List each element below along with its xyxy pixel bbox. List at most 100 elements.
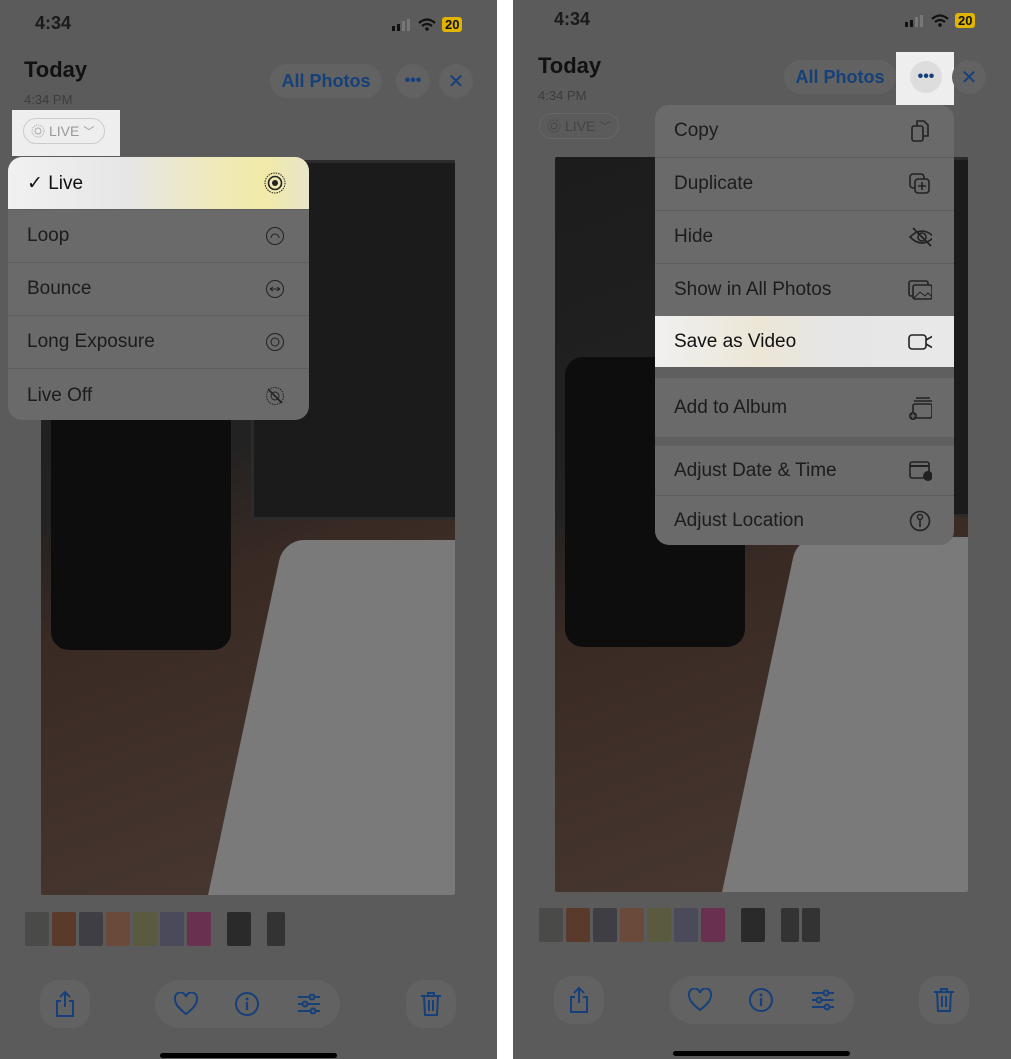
status-icons: 20 <box>392 17 463 32</box>
signal-icon <box>392 18 410 31</box>
menu-item-label: Show in All Photos <box>674 279 832 300</box>
menu-separator <box>655 368 954 378</box>
share-icon <box>56 990 74 1017</box>
bounce-icon <box>263 277 287 301</box>
live-badge-button[interactable]: LIVE ﹀ <box>23 118 105 144</box>
page-title: Today <box>24 57 88 82</box>
live-badge-button[interactable]: LIVE ﹀ <box>539 113 619 139</box>
calendar-icon <box>908 459 932 483</box>
trash-icon <box>421 992 441 1016</box>
info-icon[interactable] <box>748 987 774 1013</box>
loop-icon <box>263 224 287 248</box>
photo-laptop <box>198 540 455 895</box>
thumbnail-strip[interactable] <box>539 908 820 942</box>
menu-item-label: Save as Video <box>674 330 797 352</box>
live-mode-menu: ✓ Live Loop Bounce Long Exposure Live Of… <box>8 157 309 420</box>
status-icons: 20 <box>905 13 976 28</box>
wifi-icon <box>931 14 949 27</box>
menu-item-label: Duplicate <box>674 173 754 194</box>
video-icon <box>908 330 932 354</box>
heart-icon[interactable] <box>687 988 713 1012</box>
photos-icon <box>908 278 932 302</box>
menu-item-label: Copy <box>674 120 719 141</box>
live-badge-label: LIVE <box>49 123 80 139</box>
menu-item-label: Long Exposure <box>27 331 155 352</box>
trash-icon <box>934 988 954 1012</box>
more-options-menu: Copy Duplicate Hide Show in All Photos S… <box>655 105 954 545</box>
long-exposure-icon <box>263 330 287 354</box>
menu-item-label: Bounce <box>27 278 92 299</box>
home-indicator <box>673 1051 850 1056</box>
right-screenshot: 4:34 20 Today 4:34 PM All Photos ••• ✕ L… <box>513 0 1011 1059</box>
share-button[interactable] <box>554 976 604 1024</box>
page-title: Today <box>538 53 602 78</box>
menu-item-duplicate[interactable]: Duplicate <box>655 158 954 211</box>
status-time: 4:34 <box>35 13 72 33</box>
action-group <box>669 976 854 1024</box>
share-button[interactable] <box>40 980 90 1028</box>
menu-item-show-in-all-photos[interactable]: Show in All Photos <box>655 264 954 317</box>
chevron-down-icon: ﹀ <box>83 126 95 138</box>
delete-button[interactable] <box>919 976 969 1024</box>
close-button[interactable]: ✕ <box>952 60 986 94</box>
share-icon <box>570 986 588 1013</box>
action-group <box>155 980 340 1028</box>
close-icon: ✕ <box>960 66 978 89</box>
live-badge-label: LIVE <box>565 118 596 134</box>
close-icon: ✕ <box>447 70 465 93</box>
menu-item-save-as-video[interactable]: Save as Video <box>655 316 954 368</box>
info-icon[interactable] <box>234 991 260 1017</box>
menu-item-hide[interactable]: Hide <box>655 211 954 264</box>
page-subtitle: 4:34 PM <box>538 88 587 103</box>
menu-item-label: Hide <box>674 226 714 247</box>
chevron-down-icon: ﹀ <box>599 121 611 133</box>
hide-icon <box>908 225 932 249</box>
menu-item-label: Live <box>48 172 84 194</box>
menu-item-bounce[interactable]: Bounce <box>8 263 309 316</box>
menu-item-label: Adjust Date & Time <box>674 459 837 481</box>
signal-icon <box>905 14 923 27</box>
close-button[interactable]: ✕ <box>439 64 473 98</box>
battery-indicator: 20 <box>955 13 976 28</box>
heart-icon[interactable] <box>173 992 199 1016</box>
add-album-icon <box>908 396 932 420</box>
menu-item-adjust-location[interactable]: Adjust Location <box>655 496 954 545</box>
thumbnail-strip[interactable] <box>25 912 285 946</box>
more-button[interactable]: ••• <box>396 64 430 98</box>
status-time: 4:34 <box>554 9 591 29</box>
live-icon <box>263 171 287 195</box>
menu-item-adjust-date-time[interactable]: Adjust Date & Time <box>655 446 954 496</box>
menu-item-long-exposure[interactable]: Long Exposure <box>8 316 309 369</box>
ellipsis-icon: ••• <box>404 72 422 89</box>
adjust-icon[interactable] <box>296 992 322 1016</box>
all-photos-button[interactable]: All Photos <box>270 64 382 98</box>
menu-item-label: Add to Album <box>674 396 788 418</box>
menu-item-add-to-album[interactable]: Add to Album <box>655 378 954 438</box>
live-off-icon <box>263 384 287 408</box>
menu-item-label: Live Off <box>27 384 93 406</box>
battery-indicator: 20 <box>442 17 463 32</box>
menu-item-label: Adjust Location <box>674 509 804 531</box>
menu-item-loop[interactable]: Loop <box>8 210 309 263</box>
menu-separator <box>655 438 954 446</box>
left-screenshot: 4:34 20 Today 4:34 PM All Photos ••• ✕ L… <box>0 0 497 1059</box>
more-button[interactable]: ••• <box>910 61 942 93</box>
ellipsis-icon: ••• <box>917 68 935 85</box>
checkmark-icon: ✓ <box>27 172 43 194</box>
page-subtitle: 4:34 PM <box>24 92 73 107</box>
location-icon <box>908 509 932 533</box>
menu-item-live[interactable]: ✓ Live <box>8 157 309 210</box>
menu-item-label: Loop <box>27 225 70 246</box>
photo-laptop <box>712 537 968 892</box>
live-icon <box>547 119 561 133</box>
duplicate-icon <box>908 172 932 196</box>
wifi-icon <box>418 18 436 31</box>
home-indicator <box>160 1053 337 1058</box>
delete-button[interactable] <box>406 980 456 1028</box>
live-icon <box>31 124 45 138</box>
adjust-icon[interactable] <box>810 988 836 1012</box>
all-photos-button[interactable]: All Photos <box>784 60 896 94</box>
menu-item-live-off[interactable]: Live Off <box>8 369 309 420</box>
menu-item-copy[interactable]: Copy <box>655 105 954 158</box>
copy-icon <box>908 119 932 143</box>
